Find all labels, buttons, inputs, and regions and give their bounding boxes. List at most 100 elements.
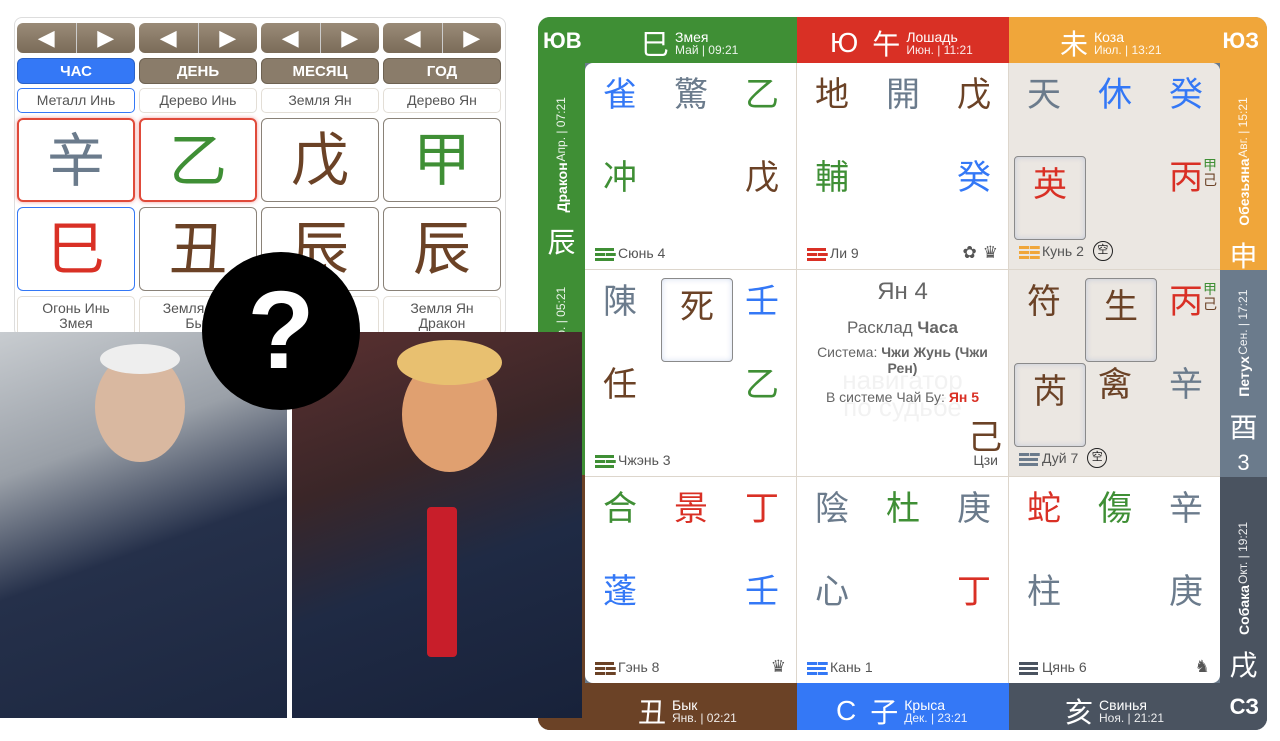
palace-glyph: 地 [815, 75, 849, 115]
prev-arrow-button[interactable]: ◀ [383, 23, 443, 53]
trigram-name: Чжэнь 3 [618, 452, 671, 468]
stem-glyph[interactable]: 辛 [17, 118, 135, 202]
branch-animal: Змея [59, 315, 93, 331]
pillar-nav-arrows: ◀ ▶ [383, 23, 501, 53]
palace-glyph: 合 [603, 489, 637, 529]
zodiac-glyph: 辰 [547, 227, 576, 259]
flower-icon: ✿ [962, 243, 977, 262]
palace-cell[interactable]: навигатор по судьбе Ян 4 Расклад Часа Систем… [797, 270, 1009, 477]
palace-glyph: 蛇 [1027, 489, 1061, 529]
palace-glyph: 英 [1014, 156, 1086, 240]
element-label: Дерево Ян [383, 88, 501, 113]
palace-cell[interactable]: 天休癸英丙甲己 ▬ ▬ ▬ ▬ ▬ ▬ Кунь 2空 [1009, 63, 1220, 270]
palace-number: 3 [1237, 449, 1250, 475]
ju-title: Ян 4 [877, 278, 928, 305]
palace-glyph: 心 [815, 572, 849, 612]
trigram-icon: ▬▬ ▬▬ ▬▬ [1019, 656, 1038, 678]
prev-arrow-button[interactable]: ◀ [139, 23, 199, 53]
palace-cell[interactable]: 陳死壬任 乙 ▬▬ ▬ ▬ ▬▬ Чжэнь 3 [585, 270, 797, 477]
zodiac-glyph: 亥 [1065, 697, 1094, 728]
qimen-board: ЮВ ЮЗ СЗ 巳 Змея Май | 09:21 Ю 午 Лошадь Июн. | … [538, 17, 1267, 730]
palace-cell[interactable]: 地開戊輔癸 ▬▬ ▬ ▬ ▬▬ Ли 9 ✿ ♛ [797, 63, 1009, 270]
knight-icon: ♞ [1194, 657, 1210, 676]
trigram-icon: ▬▬ ▬ ▬ ▬▬ [807, 242, 828, 264]
next-arrow-button[interactable]: ▶ [321, 23, 380, 53]
tab-2[interactable]: МЕСЯЦ [261, 58, 379, 84]
palace-glyph: 柱 [1027, 572, 1061, 612]
palace-glyph: 庚 [1169, 572, 1203, 612]
system-value: Чжи Жунь (Чжи Рен) [881, 344, 988, 376]
zodiac-text: Коза Июл. | 13:21 [1094, 30, 1162, 57]
tab-3[interactable]: ГОД [383, 58, 501, 84]
emptiness-icon: 空 [1087, 448, 1108, 468]
zodiac-animal: Змея [675, 28, 709, 45]
zodiac-animal: Крыса [904, 696, 946, 713]
system-label: Система: Чжи Жунь (Чжи Рен) [797, 344, 1008, 376]
next-arrow-button[interactable]: ▶ [199, 23, 258, 53]
next-arrow-button[interactable]: ▶ [443, 23, 502, 53]
hidden-stems: 甲己 [1202, 158, 1218, 188]
prev-arrow-button[interactable]: ◀ [261, 23, 321, 53]
zodiac-time: Авг. | 15:21 [1235, 97, 1250, 158]
direction-label: С [836, 695, 857, 726]
trigram-icon: ▬▬ ▬ ▬ ▬▬ [595, 242, 616, 264]
palace-cell[interactable]: 蛇傷辛柱 庚 ▬▬ ▬▬ ▬▬ Цянь 6 ♞ [1009, 477, 1220, 683]
cell-icons: ♛ [771, 657, 786, 677]
zodiac-text: Крыса Дек. | 23:21 [904, 698, 967, 725]
trigram-label: ▬▬ ▬ ▬ ▬▬ Сюнь 4 [595, 242, 665, 264]
tab-0[interactable]: ЧАС [17, 58, 135, 84]
hidden-stem: 甲 [1203, 157, 1217, 173]
corner-se: ЮВ [543, 28, 582, 53]
palace-glyph: 庚 [957, 489, 991, 529]
stem-glyph[interactable]: 乙 [139, 118, 257, 202]
zodiac-animal: Обезьяна [1235, 158, 1252, 226]
palace-cell[interactable]: 符生丙芮禽辛甲己 ▬ ▬ ▬▬ ▬▬ Дуй 7空 [1009, 270, 1220, 477]
zodiac-glyph: 午 [872, 29, 901, 60]
next-arrow-button[interactable]: ▶ [77, 23, 136, 53]
crown-icon: ♛ [770, 657, 786, 676]
trigram-label: ▬▬ ▬▬ ▬▬ Цянь 6 [1019, 656, 1087, 678]
direction-label: Ю [830, 27, 859, 58]
palace-glyph: 壬 [745, 282, 779, 322]
zodiac-time: Апр. | 07:21 [553, 97, 568, 162]
palace-glyph: 癸 [957, 158, 991, 198]
trigram-name: Кань 1 [830, 659, 873, 675]
palace-glyph: 符 [1027, 282, 1061, 322]
palace-glyph: 辛 [1169, 365, 1203, 405]
zodiac-animal: Дракон [553, 162, 570, 213]
zodiac-glyph: 申 [1229, 240, 1258, 272]
palace-glyph: 壬 [745, 572, 779, 612]
layout-prefix: Расклад [847, 318, 918, 337]
zodiac-text: Дракон Апр. | 07:21 [553, 97, 570, 213]
question-mark-icon: ? [202, 252, 360, 410]
crown-icon: ♛ [982, 243, 998, 262]
stem-glyph[interactable]: 戊 [261, 118, 379, 202]
branch-glyph[interactable]: 巳 [17, 207, 135, 291]
tab-1[interactable]: ДЕНЬ [139, 58, 257, 84]
zodiac-animal: Петух [1235, 356, 1252, 397]
zodiac-bottom-0: 丑 Бык Янв. | 02:21 [638, 691, 737, 730]
palace-glyph: 戊 [745, 158, 779, 198]
zodiac-right-2: Собака Окт. | 19:21 戌 [1220, 522, 1267, 684]
palace-cell[interactable]: 陰杜庚心 丁 ▬ ▬ ▬▬ ▬ ▬ Кань 1 [797, 477, 1009, 683]
palace-glyph: 雀 [603, 75, 637, 115]
prev-arrow-button[interactable]: ◀ [17, 23, 77, 53]
zodiac-time: Июл. | 13:21 [1094, 42, 1162, 57]
trigram-name: Кунь 2 [1042, 243, 1084, 259]
stem-glyph[interactable]: 甲 [383, 118, 501, 202]
zodiac-right-1: Петух Сен. | 17:21 酉 3 [1220, 290, 1267, 476]
zodiac-animal: Свинья [1099, 696, 1147, 713]
zodiac-animal: Лошадь [906, 28, 958, 45]
palace-glyph: 生 [1085, 278, 1157, 362]
palace-glyph: 驚 [674, 75, 708, 115]
trigram-label: ▬ ▬ ▬▬ ▬ ▬ Кань 1 [807, 657, 873, 677]
center-stem-label: Цзи [973, 452, 998, 468]
palace-cell[interactable]: 合景丁蓬 壬 ▬▬ ▬ ▬ ▬ ▬ Гэнь 8 ♛ [585, 477, 797, 683]
zodiac-text: Лошадь Июн. | 11:21 [906, 30, 973, 57]
pillar-nav-arrows: ◀ ▶ [139, 23, 257, 53]
hidden-stem: 己 [1203, 172, 1217, 188]
palace-cell[interactable]: 雀驚乙冲 戊 ▬▬ ▬ ▬ ▬▬ Сюнь 4 [585, 63, 797, 270]
zodiac-text: Змея Май | 09:21 [675, 30, 738, 57]
branch-glyph[interactable]: 辰 [383, 207, 501, 291]
trigram-label: ▬▬ ▬ ▬ ▬ ▬ Гэнь 8 [595, 657, 659, 677]
